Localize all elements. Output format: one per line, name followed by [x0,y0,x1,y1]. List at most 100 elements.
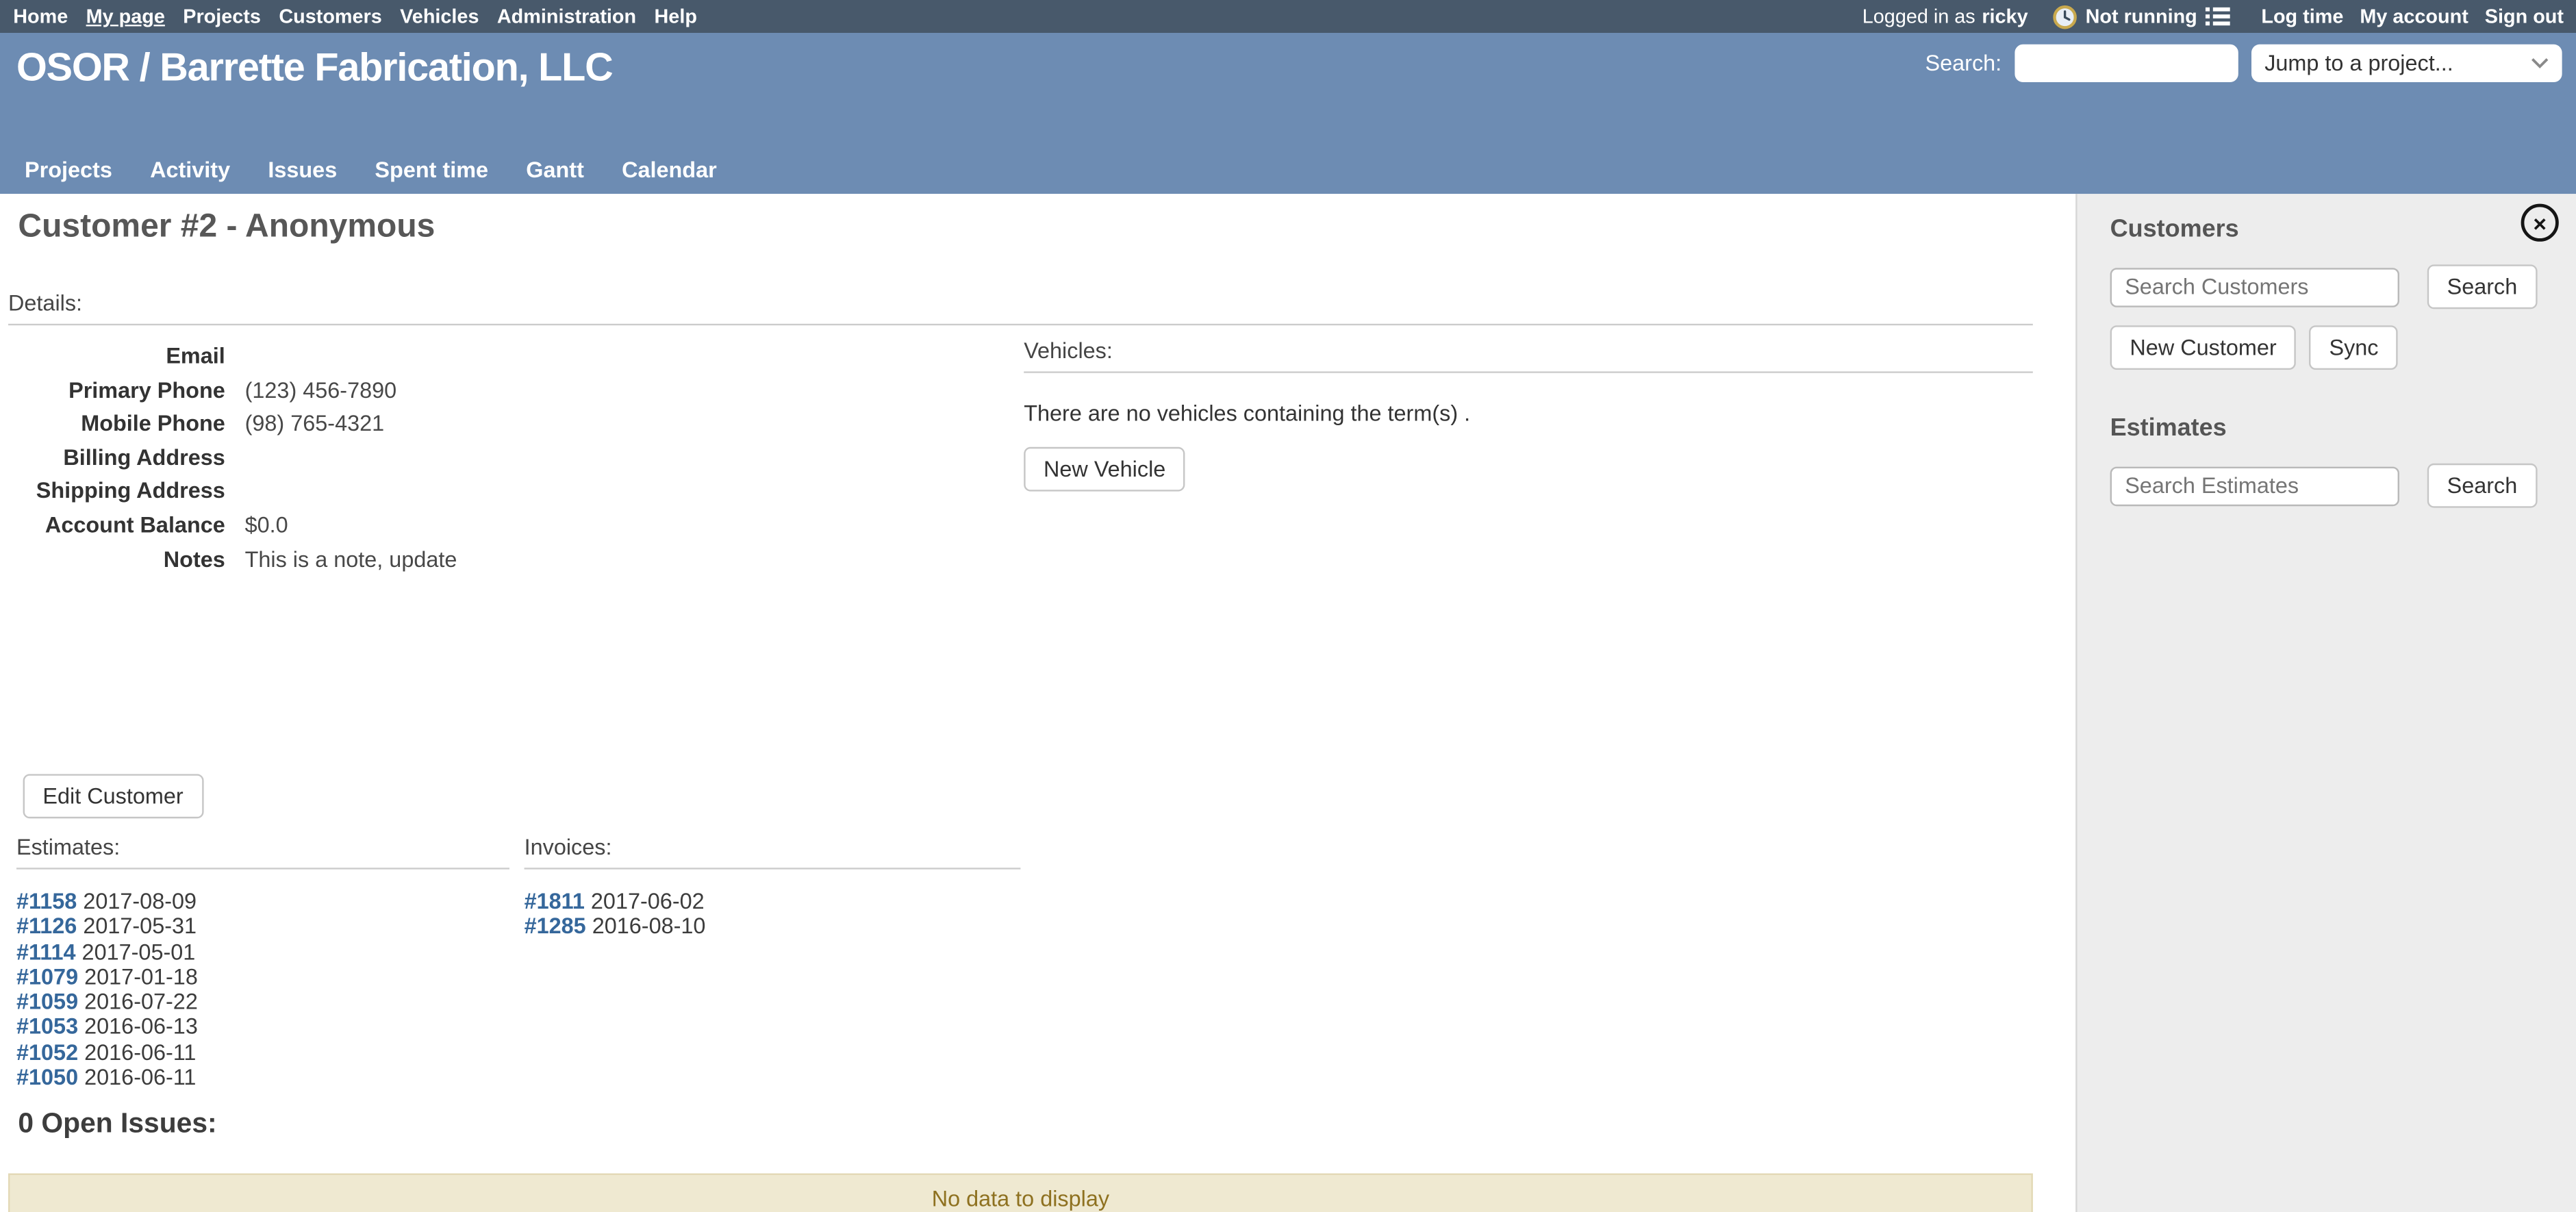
tab-spent-time[interactable]: Spent time [375,157,488,182]
document-id-link[interactable]: #1114 [16,939,76,964]
customers-search-button[interactable]: Search [2427,264,2537,309]
top-menu-item-customers[interactable]: Customers [279,5,381,28]
no-data-box: No data to display [8,1174,2033,1212]
document-date: 2016-07-22 [78,989,198,1014]
detail-label: Mobile Phone [8,408,225,442]
tab-issues[interactable]: Issues [268,157,337,182]
sidebar-estimates-heading: Estimates [2110,414,2576,442]
application-window: Home My page Projects Customers Vehicles Admi… [0,0,2576,1212]
document-id-link[interactable]: #1050 [16,1065,78,1089]
vehicles-heading: Vehicles: [1024,338,2033,373]
document-id-link[interactable]: #1126 [16,914,77,939]
document-id-link[interactable]: #1285 [525,914,586,939]
list-item: #1053 2016-06-13 [16,1015,509,1040]
site-title: OSOR / Barrette Fabrication, LLC [16,46,613,92]
tab-activity[interactable]: Activity [150,157,230,182]
top-menu-item-vehicles[interactable]: Vehicles [400,5,479,28]
search-label: Search: [1925,51,2002,75]
account-menu-item-log-time[interactable]: Log time [2261,5,2343,28]
document-date: 2017-08-09 [77,889,197,913]
customers-search-input[interactable] [2110,267,2399,307]
customers-search-row: Search [2110,264,2576,309]
list-item: #1811 2017-06-02 [525,889,1021,914]
list-item: #1126 2017-05-31 [16,914,509,939]
customers-buttons-row: New Customer Sync [2110,325,2576,370]
detail-row: Billing Address [8,442,457,475]
top-menu-item-home[interactable]: Home [13,5,68,28]
tab-projects[interactable]: Projects [25,157,112,182]
top-menu-item-administration[interactable]: Administration [497,5,636,28]
detail-label: Email [8,340,225,374]
site-header: OSOR / Barrette Fabrication, LLC Search:… [0,33,2576,194]
top-menu-bar: Home My page Projects Customers Vehicles Admi… [0,0,2576,33]
tab-calendar[interactable]: Calendar [622,157,717,182]
details-heading: Details: [8,291,2033,325]
invoices-list: #1811 2017-06-02#1285 2016-08-10 [525,889,1021,939]
account-menu: Log time My account Sign out [2261,5,2564,28]
top-menu-item-projects[interactable]: Projects [183,5,261,28]
top-menu: Home My page Projects Customers Vehicles Admi… [13,5,697,28]
sidebar: × Customers Search New Customer Sync Est… [2075,194,2576,1212]
document-id-link[interactable]: #1158 [16,889,77,913]
document-id-link[interactable]: #1059 [16,989,78,1014]
sync-button[interactable]: Sync [2310,325,2399,370]
close-glyph: × [2533,211,2547,234]
list-item: #1059 2016-07-22 [16,989,509,1015]
no-data-text: No data to display [932,1187,1109,1211]
estimates-heading: Estimates: [16,835,509,869]
header-search-area: Search: Jump to a project... [1925,45,2562,82]
edit-customer-button[interactable]: Edit Customer [23,774,203,818]
open-issues-heading: 0 Open Issues: [18,1108,216,1141]
list-icon[interactable] [2206,7,2230,27]
new-vehicle-button[interactable]: New Vehicle [1024,447,1185,492]
tab-gantt[interactable]: Gantt [526,157,584,182]
detail-label: Account Balance [8,509,225,543]
close-icon[interactable]: × [2521,204,2559,242]
list-item: #1050 2016-06-11 [16,1065,509,1090]
detail-value: $0.0 [245,509,288,543]
detail-row: Primary Phone (123) 456-7890 [8,374,457,407]
timer-status-group: Not running [2053,4,2230,29]
top-menu-right: Logged in as ricky Not running [1862,4,2564,29]
detail-row: Account Balance $0.0 [8,509,457,543]
estimates-search-input[interactable] [2110,466,2399,505]
main-content: Customer #2 - Anonymous Details: EmailPr… [0,194,2075,1212]
top-menu-item-help[interactable]: Help [655,5,697,28]
estimates-search-row: Search [2110,464,2576,508]
account-menu-item-sign-out[interactable]: Sign out [2485,5,2564,28]
chevron-down-icon [2531,58,2549,69]
detail-row: Shipping Address [8,476,457,509]
username: ricky [1982,5,2028,28]
detail-label: Billing Address [8,442,225,475]
detail-value: (123) 456-7890 [245,374,397,407]
detail-row: NotesThis is a note, update [8,543,457,577]
detail-row: Mobile Phone(98) 765-4321 [8,408,457,442]
clock-icon [2053,4,2078,29]
document-id-link[interactable]: #1053 [16,1015,78,1039]
new-customer-button[interactable]: New Customer [2110,325,2297,370]
list-item: #1052 2016-06-11 [16,1040,509,1065]
vehicles-empty-text: There are no vehicles containing the ter… [1024,401,2033,426]
detail-label: Primary Phone [8,374,225,407]
project-select[interactable]: Jump to a project... [2251,45,2562,82]
list-item: #1285 2016-08-10 [525,914,1021,939]
sidebar-customers-heading: Customers [2110,215,2576,243]
vehicles-section: Vehicles: There are no vehicles containi… [1024,338,2033,491]
estimates-search-button[interactable]: Search [2427,464,2537,508]
page-title: Customer #2 - Anonymous [18,209,435,247]
top-menu-item-my-page[interactable]: My page [86,5,165,28]
invoices-heading: Invoices: [525,835,1021,869]
document-date: 2016-08-10 [586,914,706,939]
detail-label: Notes [8,543,225,577]
list-item: #1114 2017-05-01 [16,939,509,965]
project-select-value: Jump to a project... [2264,51,2531,75]
search-input[interactable] [2015,45,2238,82]
logged-in-status: Logged in as ricky [1862,5,2028,28]
account-menu-item-my-account[interactable]: My account [2360,5,2468,28]
estimates-section: Estimates: #1158 2017-08-09#1126 2017-05… [16,835,509,1090]
document-date: 2017-05-31 [77,914,197,939]
document-id-link[interactable]: #1811 [525,889,585,913]
document-id-link[interactable]: #1052 [16,1040,78,1065]
document-date: 2017-01-18 [78,965,198,989]
document-id-link[interactable]: #1079 [16,965,78,989]
